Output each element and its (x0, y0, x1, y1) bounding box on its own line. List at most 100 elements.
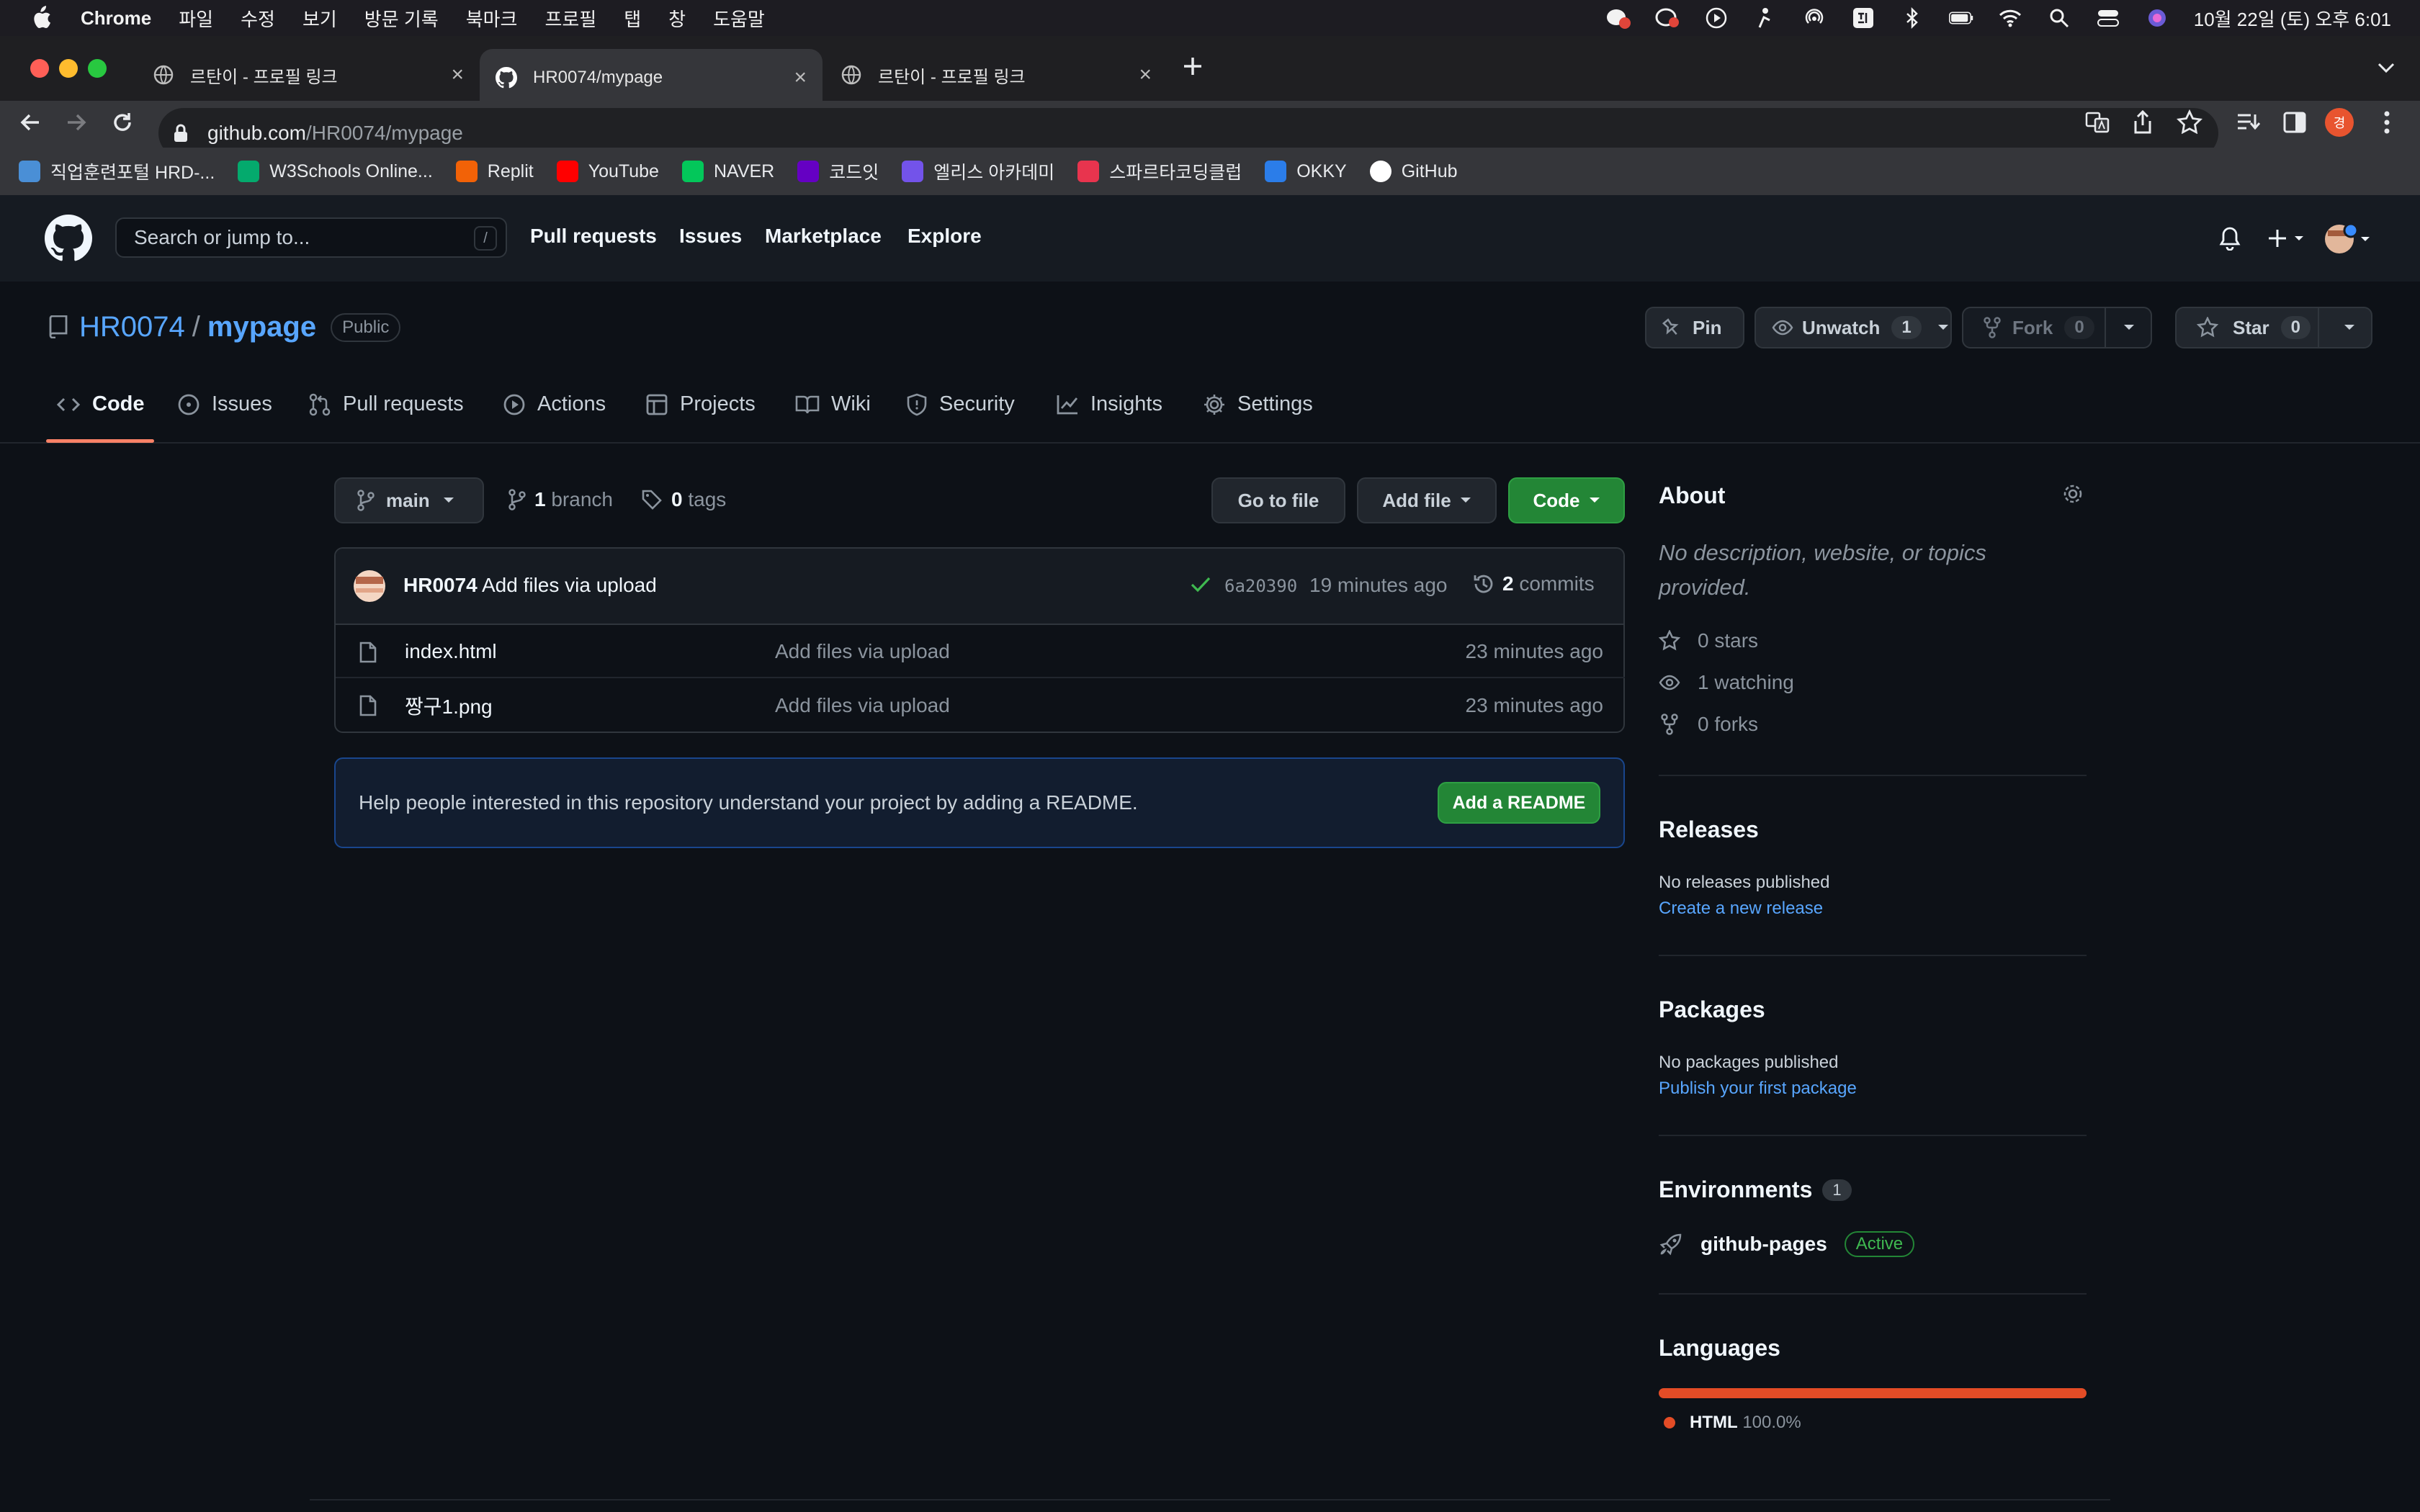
menubar-edit[interactable]: 수정 (241, 5, 275, 32)
environment-name-link[interactable]: github-pages (1700, 1233, 1827, 1256)
tab-settings[interactable]: Settings (1203, 392, 1313, 416)
environment-item[interactable]: github-pages Active (1659, 1231, 1915, 1257)
window-minimize-button[interactable] (59, 59, 78, 78)
file-name-link[interactable]: 짱구1.png (405, 691, 493, 720)
file-name-link[interactable]: index.html (405, 640, 497, 663)
branches-link[interactable]: 1 branch (508, 488, 613, 511)
tab-actions[interactable]: Actions (503, 392, 606, 416)
user-avatar[interactable] (2323, 223, 2371, 255)
file-commit-message[interactable]: Add files via upload (775, 640, 950, 663)
notification-app-icon[interactable] (1606, 6, 1631, 30)
create-new-plus-icon[interactable] (2267, 228, 2308, 249)
language-item[interactable]: HTML 100.0% (1664, 1413, 1801, 1433)
nav-explore[interactable]: Explore (908, 225, 982, 248)
profile-avatar[interactable]: 경 (2325, 108, 2354, 137)
tab-close-icon[interactable]: × (794, 66, 807, 90)
check-icon[interactable] (1190, 575, 1211, 594)
nav-pull-requests[interactable]: Pull requests (530, 225, 657, 248)
file-commit-message[interactable]: Add files via upload (775, 694, 950, 717)
menubar-bookmarks[interactable]: 북마크 (466, 5, 518, 32)
nav-issues[interactable]: Issues (679, 225, 742, 248)
menubar-view[interactable]: 보기 (302, 5, 337, 32)
commit-author-avatar[interactable] (353, 570, 386, 603)
repo-name-link[interactable]: mypage (207, 311, 316, 343)
github-search-input[interactable]: Search or jump to... / (115, 217, 507, 258)
add-readme-button[interactable]: Add a README (1438, 782, 1600, 824)
new-tab-plus-icon[interactable] (1181, 55, 1204, 78)
siri-icon[interactable] (2145, 6, 2169, 30)
publish-package-link[interactable]: Publish your first package (1659, 1079, 1857, 1099)
menubar-profiles[interactable]: 프로필 (544, 5, 596, 32)
bookmark-item[interactable]: 스파르타코딩클럽 (1077, 158, 1242, 184)
file-row[interactable]: 짱구1.png Add files via upload 23 minutes … (336, 680, 1625, 732)
bluetooth-icon[interactable] (1900, 6, 1924, 30)
file-row[interactable]: index.html Add files via upload 23 minut… (336, 626, 1625, 678)
environments-heading[interactable]: Environments (1659, 1176, 1812, 1203)
side-panel-icon[interactable] (2283, 112, 2306, 133)
more-vertical-icon[interactable] (2383, 109, 2391, 135)
pin-button[interactable]: Pin (1645, 307, 1744, 348)
bookmark-star-icon[interactable] (2177, 109, 2202, 134)
window-close-button[interactable] (30, 59, 49, 78)
tab-close-icon[interactable]: × (1139, 63, 1152, 87)
lock-icon[interactable] (173, 123, 189, 143)
translate-icon[interactable] (2085, 110, 2110, 135)
menubar-history[interactable]: 방문 기록 (364, 5, 439, 32)
watchers-link[interactable]: 1 watching (1659, 671, 1794, 694)
packages-heading[interactable]: Packages (1659, 996, 1765, 1023)
bookmark-item[interactable]: Replit (455, 161, 534, 182)
branch-select-button[interactable]: main (334, 477, 484, 523)
input-method-icon[interactable] (1851, 6, 1876, 30)
commit-sha-link[interactable]: 6a20390 (1224, 576, 1297, 596)
tags-link[interactable]: 0 tags (641, 488, 726, 511)
chat-app-icon[interactable] (1655, 6, 1680, 30)
menubar-window[interactable]: 창 (668, 5, 686, 32)
back-arrow-icon[interactable] (17, 109, 43, 135)
tab-close-icon[interactable]: × (451, 63, 464, 87)
bell-icon[interactable] (2218, 226, 2241, 251)
releases-heading[interactable]: Releases (1659, 816, 1759, 843)
bookmark-item[interactable]: NAVER (681, 161, 774, 182)
wifi-icon[interactable] (1998, 6, 2022, 30)
stars-link[interactable]: 0 stars (1659, 629, 1758, 652)
tab-search-chevron-icon[interactable] (2377, 62, 2396, 73)
menubar-clock[interactable]: 10월 22일 (토) 오후 6:01 (2194, 5, 2391, 32)
fork-button[interactable]: Fork 0 (1962, 307, 2152, 348)
repo-owner-link[interactable]: HR0074 (79, 311, 185, 343)
commit-message-link[interactable]: Add files via upload (482, 574, 657, 596)
tab-security[interactable]: Security (906, 392, 1015, 416)
tab-insights[interactable]: Insights (1056, 392, 1162, 416)
tab-pull-requests[interactable]: Pull requests (308, 392, 464, 416)
reading-list-icon[interactable] (2236, 112, 2261, 133)
create-release-link[interactable]: Create a new release (1659, 899, 1823, 919)
browser-tab[interactable]: 르탄이 - 프로필 링크 × (137, 49, 480, 101)
bookmark-item[interactable]: 엘리스 아카데미 (902, 158, 1054, 184)
go-to-file-button[interactable]: Go to file (1211, 477, 1345, 523)
unwatch-button[interactable]: Unwatch 1 (1754, 307, 1952, 348)
reload-icon[interactable] (109, 109, 135, 135)
bookmark-item[interactable]: YouTube (556, 161, 659, 182)
apple-icon[interactable] (30, 6, 52, 30)
add-file-button[interactable]: Add file (1357, 477, 1497, 523)
browser-tab[interactable]: 르탄이 - 프로필 링크 × (825, 49, 1168, 101)
about-settings-gear-icon[interactable] (2061, 482, 2084, 505)
menubar-app-name[interactable]: Chrome (81, 7, 151, 30)
commit-author-link[interactable]: HR0074 (403, 574, 478, 596)
tab-wiki[interactable]: Wiki (795, 392, 871, 416)
nav-marketplace[interactable]: Marketplace (765, 225, 882, 248)
tab-projects[interactable]: Projects (645, 392, 756, 416)
bookmark-item[interactable]: 직업훈련포털 HRD-... (19, 158, 215, 184)
battery-icon[interactable] (1948, 6, 1973, 30)
star-button[interactable]: Star 0 (2175, 307, 2372, 348)
menubar-tab[interactable]: 탭 (624, 5, 641, 32)
play-icon[interactable] (1704, 6, 1729, 30)
forward-arrow-icon[interactable] (63, 109, 89, 135)
bookmark-item[interactable]: W3Schools Online... (238, 161, 433, 182)
tab-issues[interactable]: Issues (177, 392, 272, 416)
figure-icon[interactable] (1753, 6, 1778, 30)
tab-code[interactable]: Code (56, 392, 145, 416)
browser-tab-active[interactable]: HR0074/mypage × (480, 49, 823, 107)
bookmark-item[interactable]: OKKY (1265, 161, 1347, 182)
airdrop-icon[interactable] (1802, 6, 1827, 30)
menubar-help[interactable]: 도움말 (713, 5, 765, 32)
